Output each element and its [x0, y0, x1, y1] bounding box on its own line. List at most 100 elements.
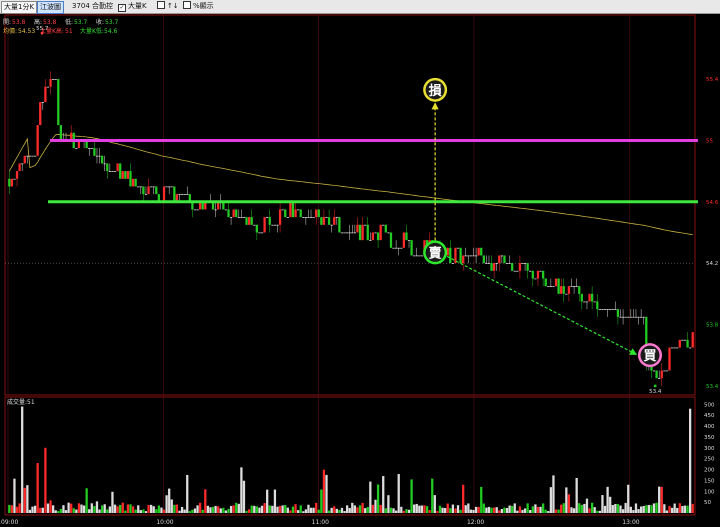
volume-bar: [431, 478, 434, 513]
candle-body: [33, 155, 37, 157]
volume-tick-label: 100: [704, 489, 715, 495]
mode-button[interactable]: 江波圖: [37, 1, 64, 14]
volume-bar: [93, 506, 96, 513]
candle-body: [552, 286, 555, 287]
candle-body: [170, 186, 173, 188]
candle-body: [152, 186, 155, 188]
candle-body: [317, 209, 320, 218]
candle-body: [400, 247, 403, 249]
candle-body: [469, 255, 473, 257]
volume-bar: [580, 504, 583, 513]
candle-body: [492, 263, 496, 271]
volume-bar: [552, 475, 555, 513]
day-high-dot: [40, 31, 44, 35]
volume-bar: [296, 510, 300, 513]
indicator-toggle-1[interactable]: [157, 1, 167, 12]
volume-bar: [539, 506, 542, 513]
volume-bar: [498, 510, 501, 513]
volume-bar: [505, 507, 509, 513]
candle-body: [232, 209, 235, 218]
volume-bar: [683, 505, 687, 513]
volume-tick-label: 500: [704, 402, 715, 408]
avg-value: 54.53: [18, 28, 35, 35]
volume-bar: [8, 504, 11, 513]
candle-body: [312, 217, 315, 218]
candle-body: [26, 155, 29, 157]
volume-bar: [44, 447, 47, 513]
candle-body: [304, 217, 308, 218]
candle-body: [271, 224, 274, 226]
time-tick-label: 09:00: [1, 519, 18, 526]
candle-body: [389, 232, 393, 248]
volume-bar: [157, 505, 161, 513]
volume-bar: [614, 504, 617, 513]
candle-body: [387, 232, 390, 234]
candle-body: [36, 125, 39, 156]
volume-bar: [353, 505, 357, 513]
day-high-label: 55.7: [36, 26, 49, 32]
candle-body: [474, 255, 478, 257]
bigk-checkbox[interactable]: ✓ 大量K: [118, 1, 147, 12]
volume-bar: [224, 510, 228, 513]
volume-bar: [307, 504, 310, 513]
candle-body: [90, 148, 93, 149]
candle-body: [480, 247, 483, 256]
candle-body: [327, 217, 331, 225]
candle-body: [603, 309, 607, 310]
candle-body: [588, 293, 591, 302]
price-tick-label: 54.6: [706, 200, 719, 206]
candle-body: [467, 255, 470, 257]
volume-bar: [116, 506, 119, 513]
candle-body: [21, 163, 24, 165]
volume-bar: [152, 506, 155, 513]
volume-bar: [642, 505, 645, 513]
candle-body: [642, 316, 645, 318]
candle-body: [139, 186, 142, 188]
candle-body: [639, 316, 643, 318]
candle-body: [41, 102, 44, 103]
candle-body: [302, 217, 305, 218]
volume-bar: [428, 510, 431, 513]
volume-bar: [529, 510, 532, 513]
volume-bar: [162, 509, 166, 513]
volume-bar: [72, 508, 75, 513]
candle-body: [8, 178, 11, 187]
volume-bar: [206, 505, 210, 513]
volume-bar: [511, 505, 514, 513]
volume-tick-label: 300: [704, 446, 715, 452]
sort-icon[interactable]: ↑↓: [167, 1, 179, 12]
candle-body: [683, 339, 687, 341]
sell-marker-label: 賣: [429, 245, 443, 261]
volume-bar: [516, 510, 519, 513]
candle-body: [49, 79, 52, 87]
candle-body: [15, 171, 19, 179]
volume-bar: [585, 498, 589, 513]
volume-bar: [392, 508, 395, 513]
bigk-low-label: 大量K低:: [80, 27, 104, 35]
candle-body: [665, 370, 669, 372]
period-button[interactable]: 大量1分K: [1, 1, 38, 14]
volume-bar: [462, 484, 465, 513]
candle-body: [621, 316, 625, 318]
candle-body: [670, 347, 674, 349]
candle-body: [583, 301, 586, 303]
candle-body: [364, 224, 367, 226]
volume-bar: [64, 510, 68, 513]
volume-tick-label: 50: [704, 500, 711, 506]
volume-bar: [413, 504, 416, 513]
candle-body: [113, 171, 117, 172]
volume-tick-label: 450: [704, 413, 715, 419]
volume-bar: [583, 503, 586, 513]
candle-body: [508, 263, 511, 264]
candle-body: [681, 339, 684, 341]
high-value: 53.8: [43, 19, 57, 26]
open-value: 53.8: [12, 19, 26, 26]
volume-bar: [54, 510, 57, 513]
candle-body: [178, 194, 181, 195]
volume-bar: [36, 463, 39, 513]
candle-body: [278, 209, 282, 225]
candle-body: [266, 217, 269, 218]
percent-checkbox[interactable]: %顯示: [183, 1, 214, 12]
candle-body: [634, 316, 638, 318]
candle-body: [23, 155, 26, 164]
